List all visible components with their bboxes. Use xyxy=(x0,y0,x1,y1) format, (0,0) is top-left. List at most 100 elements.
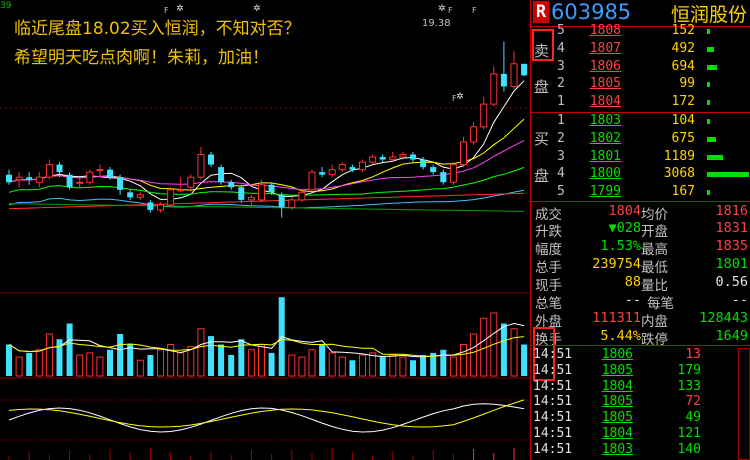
outer-volume: 111311 xyxy=(592,310,641,326)
volume-bar xyxy=(218,344,225,376)
tick-row[interactable]: 14:51 1805 72 xyxy=(531,394,750,409)
volume-bar xyxy=(379,357,386,376)
stock-code: 603985 xyxy=(551,0,632,24)
volume-bar xyxy=(369,352,377,377)
r-badge[interactable]: R xyxy=(533,1,549,23)
candle-body xyxy=(76,181,84,184)
order-book-row[interactable]: 5 1799 167 xyxy=(531,184,750,200)
volume-bar xyxy=(470,333,478,377)
tick-row[interactable]: 14:51 1803 140 xyxy=(531,442,750,457)
candle-body xyxy=(389,156,397,161)
candle-body xyxy=(147,202,154,210)
volume-bar xyxy=(177,352,185,377)
volume-bar xyxy=(197,328,205,377)
candle-body xyxy=(420,159,427,168)
candle-body xyxy=(107,169,113,178)
candle-body xyxy=(247,196,255,201)
svg-text:✲: ✲ xyxy=(438,4,446,14)
tick-time: 14:51 xyxy=(533,362,573,378)
tick-time: 14:51 xyxy=(533,378,573,394)
volume-bar xyxy=(707,154,723,160)
volume-bar xyxy=(117,334,124,376)
order-book-row[interactable]: 4 1807 492 xyxy=(531,41,750,57)
inner-volume: 128443 xyxy=(699,310,748,326)
candle-body xyxy=(136,194,144,198)
order-book-row[interactable]: 1 1803 104 xyxy=(531,113,750,129)
candle-body xyxy=(328,169,336,176)
tick-price: 1806 xyxy=(601,347,633,362)
candle-body xyxy=(238,187,245,200)
candle-body xyxy=(430,167,437,173)
volume-bar xyxy=(167,344,175,377)
tick-volume: 133 xyxy=(677,378,701,394)
tick-row[interactable]: 14:51 1806 13 xyxy=(531,347,750,362)
candle-body xyxy=(470,126,478,143)
open-price: 1831 xyxy=(715,220,748,236)
order-book-row[interactable]: 1 1804 172 xyxy=(531,94,750,110)
per-trade: -- xyxy=(731,292,748,308)
corner-label: 39 xyxy=(0,1,12,11)
stat-label: 每笔 xyxy=(647,296,674,312)
stat-label: 升跌 xyxy=(535,224,562,240)
order-book-row[interactable]: 3 1801 1189 xyxy=(531,149,750,165)
volume-bar xyxy=(707,46,714,52)
candle-body xyxy=(35,176,43,183)
volume-bar xyxy=(349,360,356,376)
volume-bar xyxy=(449,356,457,377)
price: 1801 xyxy=(589,148,621,164)
volume-bar xyxy=(107,349,113,376)
tick-price: 1804 xyxy=(601,426,633,441)
volume: 172 xyxy=(671,94,695,110)
stat-label: 总手 xyxy=(535,260,562,276)
turnover-rate: 5.44% xyxy=(600,328,641,344)
level: 2 xyxy=(557,76,565,92)
orderbook-scroll xyxy=(740,28,750,198)
candle-body xyxy=(449,164,457,183)
volume-bar xyxy=(707,136,716,142)
volume: 152 xyxy=(671,23,695,38)
kline-chart[interactable]: 39 19.38 F F F F ✲ ✲ ✲ ✲ xyxy=(0,0,530,460)
candle-body xyxy=(127,192,134,198)
volume-bar xyxy=(319,344,326,376)
tick-row[interactable]: 14:51 1805 49 xyxy=(531,410,750,425)
candle-body xyxy=(6,174,12,183)
quote-panel: R 603985 恒润股份 卖 盘 5 1808 152 4 1807 492 3 1806 6… xyxy=(530,0,750,460)
candle-body xyxy=(338,164,346,171)
volume-bar xyxy=(96,356,104,377)
volume-bar xyxy=(127,344,134,376)
order-book-row[interactable]: 4 1800 3068 xyxy=(531,166,750,182)
volume-ratio: 0.56 xyxy=(715,274,748,290)
order-book-row[interactable]: 5 1808 152 xyxy=(531,23,750,39)
candle-body xyxy=(86,171,94,183)
candle-body xyxy=(510,63,518,87)
f-marker: F xyxy=(448,6,453,15)
volume-bar xyxy=(707,100,710,106)
stat-label: 最低 xyxy=(641,260,668,276)
order-book-row[interactable]: 2 1802 675 xyxy=(531,131,750,147)
limit-down: 1649 xyxy=(715,328,748,344)
order-book-row[interactable]: 3 1806 694 xyxy=(531,59,750,75)
price: 1806 xyxy=(589,58,621,74)
tick-scrollbar[interactable] xyxy=(738,348,750,460)
level: 2 xyxy=(557,130,565,146)
high-price: 1835 xyxy=(715,238,748,254)
candle-body xyxy=(308,171,316,191)
price: 1805 xyxy=(589,76,621,92)
stat-label: 最高 xyxy=(641,242,668,258)
candle-body xyxy=(379,157,386,160)
tick-row[interactable]: 14:51 1804 121 xyxy=(531,426,750,441)
candle-body xyxy=(410,154,416,160)
volume-bar xyxy=(440,349,447,376)
volume-bar xyxy=(268,352,275,376)
candle-body xyxy=(399,154,407,158)
candle-body xyxy=(369,156,377,163)
tick-row[interactable]: 14:51 1805 179 xyxy=(531,363,750,378)
stat-label: 内盘 xyxy=(641,314,668,330)
volume-bar xyxy=(247,349,255,377)
candle-body xyxy=(117,177,124,190)
candle-body xyxy=(45,164,53,178)
volume-bar xyxy=(707,29,710,34)
tick-volume: 140 xyxy=(677,441,701,457)
tick-row[interactable]: 14:51 1804 133 xyxy=(531,379,750,394)
order-book-row[interactable]: 2 1805 99 xyxy=(531,76,750,92)
